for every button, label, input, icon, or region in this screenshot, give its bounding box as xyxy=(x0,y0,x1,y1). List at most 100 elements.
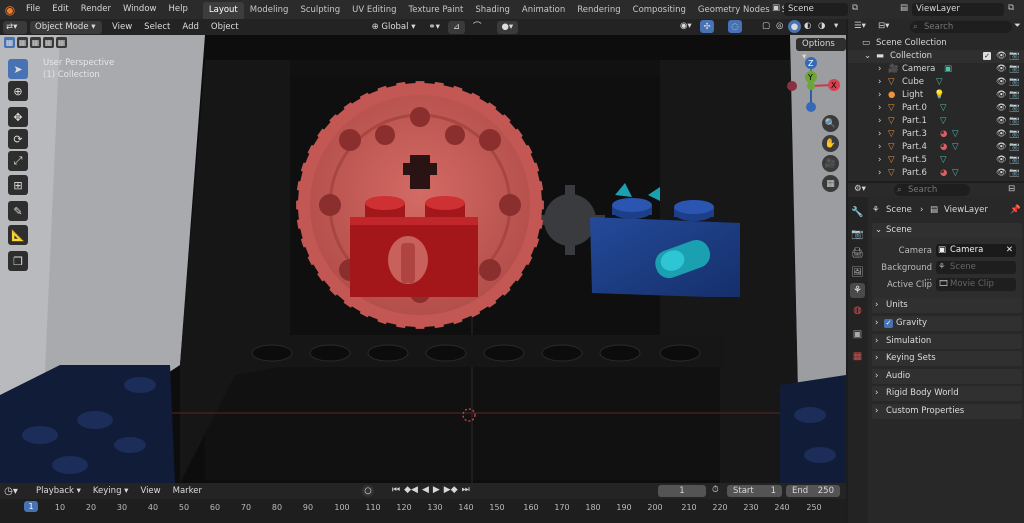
rigid-body-world-panel[interactable]: › Rigid Body World xyxy=(872,386,1022,401)
collection-tab-icon[interactable]: ▣ xyxy=(850,327,865,342)
expand-arrow-icon[interactable]: › xyxy=(878,89,881,102)
outliner-editor-icon[interactable]: ☰▾ xyxy=(854,21,866,31)
pivot-icon[interactable]: ⚭▾ xyxy=(423,21,444,34)
eye-icon[interactable]: 👁 xyxy=(996,63,1007,76)
output-tab-icon[interactable]: 🖨 xyxy=(850,246,865,261)
gravity-checkbox[interactable]: ✓ xyxy=(884,319,893,328)
measure-tool-icon[interactable]: 📐 xyxy=(8,225,28,245)
add-cube-tool-icon[interactable]: ❒ xyxy=(8,251,28,271)
collection-checkbox-icon[interactable]: ✓ xyxy=(983,52,991,60)
viewport-menu-object[interactable]: Object xyxy=(205,19,245,35)
cursor-tool-icon[interactable]: ⊕ xyxy=(8,81,28,101)
active-clip-field[interactable]: 🎞 Movie Clip xyxy=(936,278,1016,291)
units-panel[interactable]: › Units xyxy=(872,298,1022,313)
tab-geometry-nodes[interactable]: Geometry Nodes xyxy=(692,2,776,19)
tab-compositing[interactable]: Compositing xyxy=(627,2,692,19)
jump-keyframe-back-icon[interactable]: ◆◀ xyxy=(404,485,418,497)
outliner-item-camera[interactable]: › 🎥 Camera ▣ 👁 📷 xyxy=(848,63,1024,76)
zoom-icon[interactable]: 🔍 xyxy=(822,115,839,132)
perspective-toggle-icon[interactable]: ▦ xyxy=(822,175,839,192)
timeline-menu-marker[interactable]: Marker xyxy=(167,483,208,499)
scene-new-icon[interactable]: ⧉ xyxy=(852,3,858,13)
eye-icon[interactable]: 👁 xyxy=(996,102,1007,115)
outliner-item-part[interactable]: › ▽ Part.0 ▽ 👁 📷 xyxy=(848,102,1024,115)
expand-arrow-icon[interactable]: › xyxy=(878,167,881,180)
outliner-item-part[interactable]: › ▽ Part.1 ▽ 👁 📷 xyxy=(848,115,1024,128)
eye-icon[interactable]: 👁 xyxy=(996,128,1007,141)
properties-search-input[interactable]: ⌕ Search xyxy=(894,184,970,196)
expand-arrow-icon[interactable]: › xyxy=(878,128,881,141)
expand-arrow-icon[interactable]: › xyxy=(878,102,881,115)
end-frame-field[interactable]: End 250 xyxy=(786,485,840,497)
viewport-menu-add[interactable]: Add xyxy=(176,19,204,35)
menu-file[interactable]: File xyxy=(20,0,46,19)
xray-icon[interactable]: ▢ xyxy=(762,21,770,31)
render-camera-icon[interactable]: 📷 xyxy=(1009,76,1020,89)
outliner-item-part[interactable]: › ▽ Part.6 ◕ ▽ 👁 📷 xyxy=(848,167,1024,180)
render-camera-icon[interactable]: 📷 xyxy=(1009,50,1020,63)
render-camera-icon[interactable]: 📷 xyxy=(1009,128,1020,141)
viewport-menu-select[interactable]: Select xyxy=(138,19,176,35)
tab-sculpting[interactable]: Sculpting xyxy=(294,2,346,19)
options-button[interactable]: Options ▾ xyxy=(796,38,846,62)
shading-wireframe-icon[interactable]: ◎ xyxy=(776,21,783,31)
expand-arrow-icon[interactable]: › xyxy=(878,115,881,128)
menu-window[interactable]: Window xyxy=(117,0,163,19)
timeline-editor-icon[interactable]: ◷▾ xyxy=(0,486,22,497)
scene-selector-icon[interactable]: ▣ xyxy=(772,3,780,13)
gizmo-toggle-icon[interactable]: ✣ xyxy=(700,20,714,33)
transform-tool-icon[interactable]: ⊞ xyxy=(8,175,28,195)
annotate-tool-icon[interactable]: ✎ xyxy=(8,201,28,221)
viewlayer-selector-icon[interactable]: ▤ xyxy=(900,3,908,13)
playhead[interactable]: 1 xyxy=(24,501,38,512)
pan-hand-icon[interactable]: ✋ xyxy=(822,135,839,152)
timeline-menu-view[interactable]: View xyxy=(134,483,166,499)
scene-panel-header[interactable]: ⌄ Scene xyxy=(872,223,1022,238)
expand-arrow-icon[interactable]: › xyxy=(878,76,881,89)
3d-viewport[interactable]: User Perspective (1) Collection ▦ ▦ ▦ ▦ … xyxy=(0,35,846,483)
play-reverse-icon[interactable]: ◀ xyxy=(422,485,429,497)
simulation-panel[interactable]: › Simulation xyxy=(872,334,1022,349)
outliner-search-input[interactable]: ⌕ Search xyxy=(910,21,1012,33)
proportional-edit-icon[interactable]: ⌒ xyxy=(468,21,487,34)
timeline-menu-keying[interactable]: Keying ▾ xyxy=(87,483,135,499)
tab-rendering[interactable]: Rendering xyxy=(571,2,626,19)
view-layer-tab-icon[interactable]: 🖼 xyxy=(850,265,865,280)
orientation-dropdown[interactable]: ⊕ Global ▾ xyxy=(367,21,421,34)
scene-tab-icon[interactable]: ⚘ xyxy=(850,283,865,298)
outliner-collection[interactable]: ⌄ ▬ Collection ✓ 👁 📷 xyxy=(848,50,1024,63)
visibility-icon[interactable]: ◉▾ xyxy=(680,21,692,31)
eye-icon[interactable]: 👁 xyxy=(996,154,1007,167)
world-tab-icon[interactable]: ◍ xyxy=(850,303,865,318)
blender-logo-icon[interactable]: ◉ xyxy=(0,3,20,17)
texture-tab-icon[interactable]: ▦ xyxy=(850,349,865,364)
scene-field[interactable]: Scene xyxy=(784,3,848,16)
select-box-icon[interactable]: ▦ xyxy=(4,37,15,48)
expand-arrow-icon[interactable]: › xyxy=(878,154,881,167)
mode-dropdown[interactable]: Object Mode ▾ xyxy=(30,20,102,34)
select-invert-icon[interactable]: ▦ xyxy=(43,37,54,48)
viewlayer-new-icon[interactable]: ⧉ xyxy=(1008,3,1014,13)
custom-properties-panel[interactable]: › Custom Properties xyxy=(872,404,1022,419)
menu-help[interactable]: Help xyxy=(162,0,193,19)
editor-type-icon[interactable]: ⇄▾ xyxy=(3,20,27,34)
expand-arrow-icon[interactable]: › xyxy=(878,141,881,154)
timeline-menu-playback[interactable]: Playback ▾ xyxy=(30,483,87,499)
render-camera-icon[interactable]: 📷 xyxy=(1009,115,1020,128)
select-intersect-icon[interactable]: ▦ xyxy=(56,37,67,48)
overlay-toggle-icon[interactable]: ◌ xyxy=(728,20,742,33)
navigation-gizmo[interactable]: Z Y X xyxy=(780,55,842,117)
camera-field[interactable]: ▣ Camera ✕ xyxy=(936,244,1016,257)
render-camera-icon[interactable]: 📷 xyxy=(1009,167,1020,180)
proportional-falloff-icon[interactable]: ●▾ xyxy=(496,20,519,34)
scale-tool-icon[interactable]: ⤢ xyxy=(8,151,28,171)
outliner-item-part[interactable]: › ▽ Part.3 ◕ ▽ 👁 📷 xyxy=(848,128,1024,141)
viewlayer-field[interactable]: ViewLayer xyxy=(912,3,1004,16)
shading-rendered-icon[interactable]: ◑ xyxy=(818,21,825,31)
select-subtract-icon[interactable]: ▦ xyxy=(30,37,41,48)
tab-uv-editing[interactable]: UV Editing xyxy=(346,2,402,19)
tab-layout[interactable]: Layout xyxy=(202,2,244,19)
eye-icon[interactable]: 👁 xyxy=(996,89,1007,102)
tab-texture-paint[interactable]: Texture Paint xyxy=(403,2,470,19)
keying-sets-panel[interactable]: › Keying Sets xyxy=(872,351,1022,366)
